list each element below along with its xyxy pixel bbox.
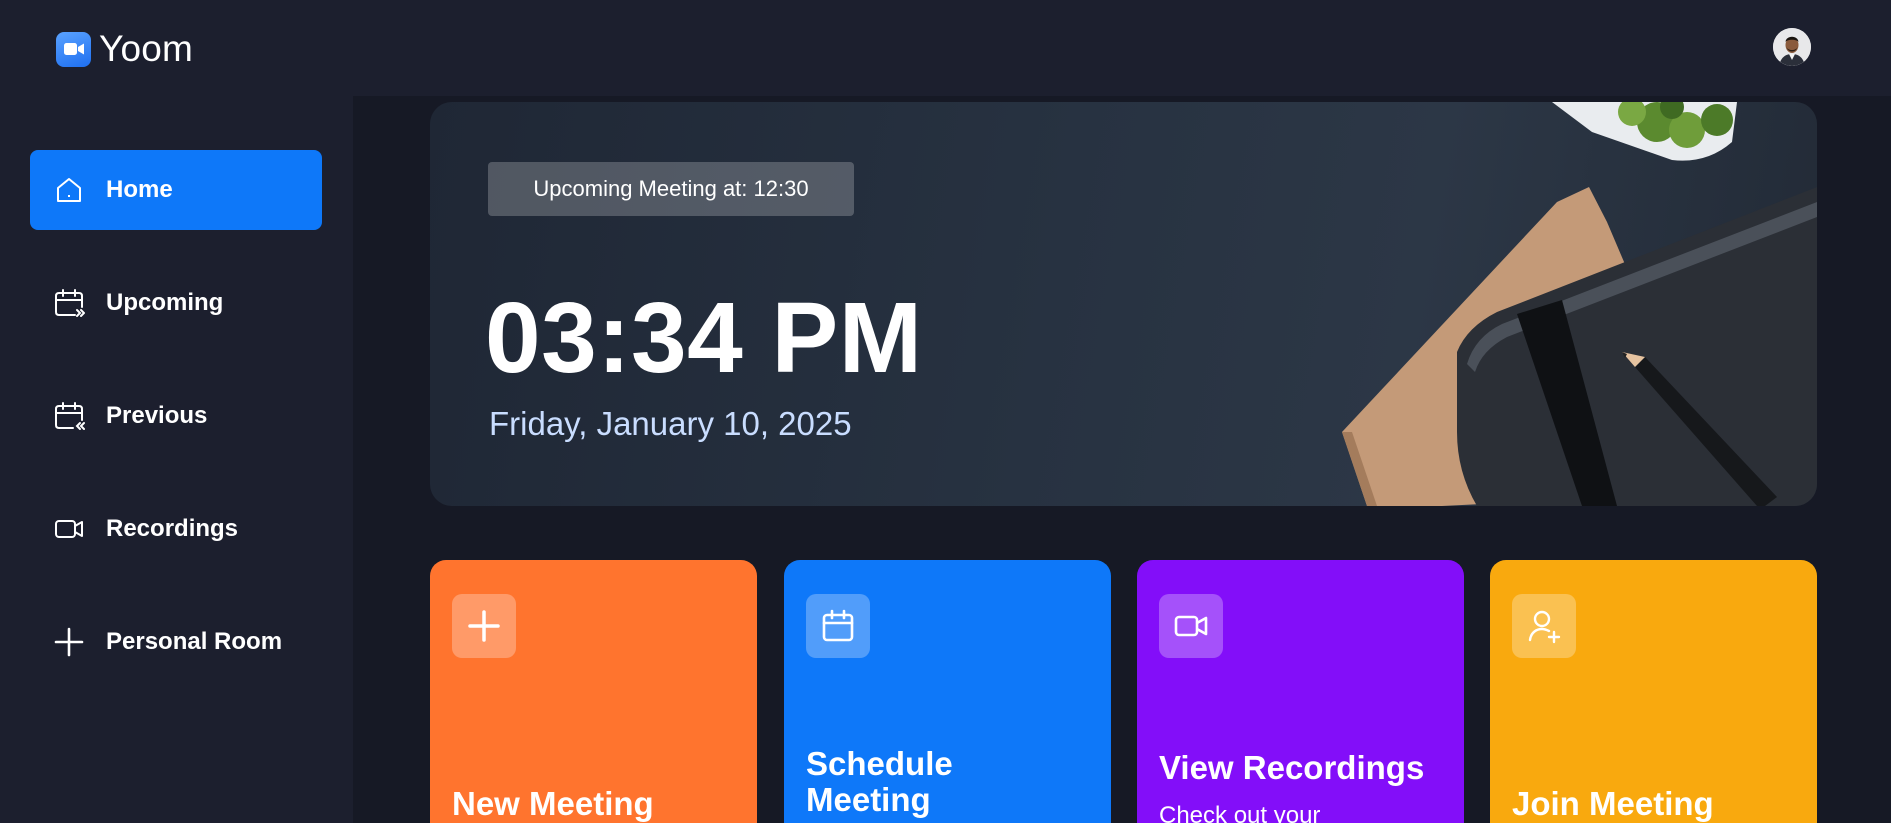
calendar-back-icon [52, 399, 86, 433]
card-title: New Meeting [452, 785, 654, 822]
main-content: Upcoming Meeting at: 12:30 03:34 PM Frid… [353, 96, 1891, 823]
sidebar-item-label: Upcoming [106, 289, 224, 316]
video-icon [1159, 594, 1223, 658]
schedule-meeting-card[interactable]: Schedule Meeting [784, 560, 1111, 823]
video-icon [52, 512, 86, 546]
video-camera-icon [56, 31, 91, 67]
sidebar-item-personal-room[interactable]: Personal Room [30, 602, 322, 682]
sidebar-item-previous[interactable]: Previous [30, 376, 322, 456]
card-title: Join Meeting [1512, 785, 1714, 822]
sidebar: Home Upcoming Previous Recordings Person… [0, 96, 353, 823]
sidebar-item-home[interactable]: Home [30, 150, 322, 230]
upcoming-meeting-badge: Upcoming Meeting at: 12:30 [488, 162, 854, 216]
plus-icon [52, 625, 86, 659]
card-title: View Recordings [1159, 749, 1425, 786]
new-meeting-card[interactable]: New Meeting [430, 560, 757, 823]
current-date: Friday, January 10, 2025 [489, 405, 852, 442]
card-subtitle: Check out your [1159, 802, 1321, 823]
sidebar-item-upcoming[interactable]: Upcoming [30, 263, 322, 343]
current-time: 03:34 PM [485, 282, 923, 394]
home-icon [52, 173, 86, 207]
card-title: Schedule Meeting [806, 745, 953, 819]
sidebar-item-label: Home [106, 176, 173, 203]
join-meeting-card[interactable]: Join Meeting [1490, 560, 1817, 823]
sidebar-item-label: Recordings [106, 515, 239, 542]
app-logo[interactable]: Yoom [56, 28, 193, 70]
sidebar-item-label: Personal Room [106, 628, 283, 655]
plus-icon [452, 594, 516, 658]
user-avatar[interactable] [1773, 28, 1811, 66]
calendar-forward-icon [52, 286, 86, 320]
view-recordings-card[interactable]: View Recordings Check out your [1137, 560, 1464, 823]
desk-illustration [1342, 102, 1817, 506]
top-bar: Yoom [0, 0, 1891, 96]
app-name: Yoom [99, 28, 194, 69]
hero-banner: Upcoming Meeting at: 12:30 03:34 PM Frid… [430, 102, 1817, 506]
calendar-icon [806, 594, 870, 658]
user-plus-icon [1512, 594, 1576, 658]
sidebar-item-label: Previous [106, 402, 208, 429]
sidebar-item-recordings[interactable]: Recordings [30, 489, 322, 569]
